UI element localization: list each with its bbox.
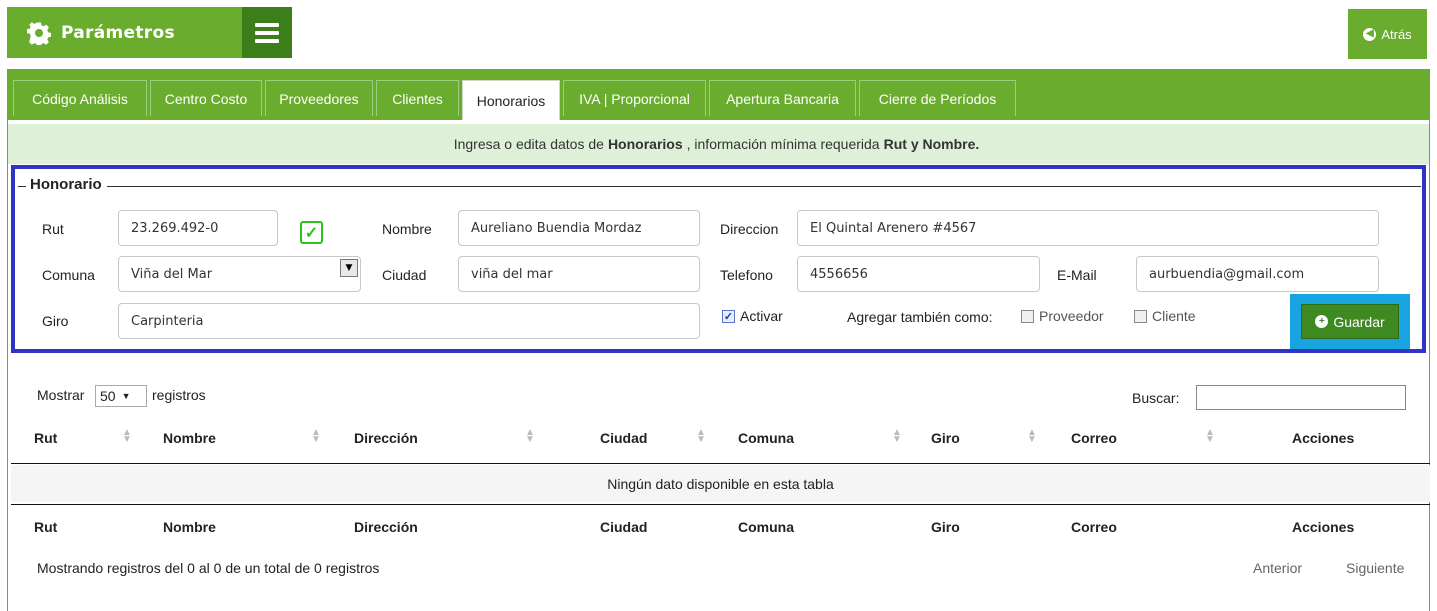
column-footer-direccion: Dirección — [354, 519, 418, 535]
column-header-nombre[interactable]: Nombre — [163, 430, 216, 446]
save-button-label: Guardar — [1333, 313, 1385, 330]
length-suffix: registros — [152, 387, 206, 403]
column-footer-rut: Rut — [34, 519, 58, 535]
back-button-label: Atrás — [1381, 26, 1412, 42]
tab-proveedores[interactable]: Proveedores — [265, 80, 373, 116]
fieldset-border — [18, 186, 1421, 187]
footer-divider — [11, 504, 1430, 505]
comuna-select[interactable]: Viña del Mar ▼ — [118, 256, 361, 292]
column-footer-comuna: Comuna — [738, 519, 794, 535]
telefono-label: Telefono — [720, 267, 773, 283]
column-header-ciudad[interactable]: Ciudad — [600, 430, 647, 446]
previous-page-button[interactable]: Anterior — [1253, 560, 1302, 576]
column-footer-ciudad: Ciudad — [600, 519, 648, 535]
ciudad-label: Ciudad — [382, 267, 427, 283]
sort-icon: ▲ ▼ — [122, 427, 132, 445]
direccion-input[interactable]: El Quintal Arenero #4567 — [797, 210, 1379, 246]
sort-icon: ▲ ▼ — [892, 427, 902, 445]
activar-option[interactable]: ✓ Activar — [722, 308, 783, 324]
telefono-input[interactable]: 4556656 — [797, 256, 1040, 292]
column-header-correo[interactable]: Correo — [1071, 430, 1117, 446]
giro-input[interactable]: Carpinteria — [118, 303, 700, 339]
tab-label: IVA | Proporcional — [579, 90, 690, 107]
info-middle: , información mínima requerida — [686, 136, 880, 152]
tab-label: Centro Costo — [164, 90, 248, 107]
tab-codigo-analisis[interactable]: Código Análisis — [13, 80, 147, 116]
app-brand: Parámetros — [7, 7, 242, 58]
cliente-label: Cliente — [1152, 308, 1196, 324]
plus-circle-icon: + — [1315, 315, 1329, 328]
cliente-checkbox[interactable] — [1134, 309, 1147, 323]
activar-label: Activar — [740, 308, 783, 324]
column-header-direccion[interactable]: Dirección — [354, 430, 418, 446]
chevron-down-icon: ▼ — [340, 259, 358, 277]
page-size-select[interactable]: 50 ▼ — [95, 385, 147, 407]
email-input[interactable]: aurbuendia@gmail.com — [1136, 256, 1379, 292]
page-title: Parámetros — [61, 22, 175, 43]
tab-clientes[interactable]: Clientes — [376, 80, 459, 116]
ciudad-input[interactable]: viña del mar — [458, 256, 700, 292]
empty-table-message: Ningún dato disponible en esta tabla — [11, 465, 1430, 502]
proveedor-option[interactable]: Proveedor — [1021, 308, 1104, 324]
column-header-rut[interactable]: Rut — [34, 430, 57, 446]
column-footer-giro: Giro — [931, 519, 960, 535]
giro-label: Giro — [42, 313, 69, 329]
sort-icon: ▲ ▼ — [1205, 427, 1215, 445]
info-entity: Honorarios — [607, 136, 683, 152]
agregar-label: Agregar también como: — [847, 309, 993, 325]
tab-iva-proporcional[interactable]: IVA | Proporcional — [563, 80, 706, 116]
search-input[interactable] — [1196, 385, 1406, 410]
nombre-label: Nombre — [382, 221, 432, 237]
tab-honorarios[interactable]: Honorarios — [462, 80, 560, 120]
page-size-value: 50 — [100, 388, 116, 404]
tab-apertura-bancaria[interactable]: Apertura Bancaria — [709, 80, 856, 116]
proveedor-checkbox[interactable] — [1021, 309, 1034, 323]
gear-icon — [27, 21, 51, 45]
search-label: Buscar: — [1132, 390, 1180, 406]
proveedor-label: Proveedor — [1039, 308, 1104, 324]
comuna-label: Comuna — [42, 267, 95, 283]
sort-icon: ▲ ▼ — [525, 427, 535, 445]
arrow-left-circle-icon: ◀ — [1363, 27, 1377, 41]
hamburger-icon — [255, 19, 279, 47]
tab-label: Código Análisis — [32, 90, 128, 107]
tab-centro-costo[interactable]: Centro Costo — [150, 80, 262, 116]
column-header-acciones[interactable]: Acciones — [1292, 430, 1354, 446]
length-prefix: Mostrar — [37, 387, 85, 403]
rut-input[interactable]: 23.269.492-0 — [118, 210, 278, 246]
activar-checkbox[interactable]: ✓ — [722, 309, 735, 323]
next-page-button[interactable]: Siguiente — [1346, 560, 1404, 576]
sort-icon: ▲ ▼ — [696, 427, 706, 445]
sort-icon: ▲ ▼ — [1027, 427, 1037, 445]
cliente-option[interactable]: Cliente — [1134, 308, 1196, 324]
rut-label: Rut — [42, 221, 64, 237]
header-divider — [11, 463, 1430, 464]
column-header-giro[interactable]: Giro — [931, 430, 960, 446]
tab-label: Cierre de Períodos — [878, 90, 997, 107]
save-button[interactable]: + Guardar — [1301, 304, 1399, 339]
caret-down-icon: ▼ — [121, 391, 131, 401]
menu-toggle-button[interactable] — [242, 7, 292, 58]
column-footer-acciones: Acciones — [1292, 519, 1355, 535]
column-header-comuna[interactable]: Comuna — [738, 430, 794, 446]
tab-label: Clientes — [392, 90, 443, 107]
sort-icon: ▲ ▼ — [311, 427, 321, 445]
column-footer-correo: Correo — [1071, 519, 1117, 535]
tab-label: Honorarios — [476, 92, 546, 109]
tab-label: Proveedores — [279, 90, 359, 107]
tab-label: Apertura Bancaria — [726, 90, 839, 107]
info-prefix: Ingresa o edita datos de — [453, 136, 604, 152]
form-legend: Honorario — [26, 176, 107, 193]
nombre-input[interactable]: Aureliano Buendia Mordaz — [458, 210, 700, 246]
table-summary: Mostrando registros del 0 al 0 de un tot… — [37, 560, 380, 576]
email-label: E-Mail — [1057, 267, 1097, 283]
back-button[interactable]: ◀ Atrás — [1348, 9, 1427, 59]
direccion-label: Direccion — [720, 221, 779, 237]
info-banner: Ingresa o edita datos de Honorarios , in… — [8, 124, 1429, 164]
column-footer-nombre: Nombre — [163, 519, 216, 535]
comuna-selected: Viña del Mar — [131, 266, 213, 282]
checkmark-icon: ✓ — [300, 221, 323, 244]
info-required: Rut y Nombre. — [883, 136, 980, 152]
tab-cierre-periodos[interactable]: Cierre de Períodos — [859, 80, 1016, 116]
